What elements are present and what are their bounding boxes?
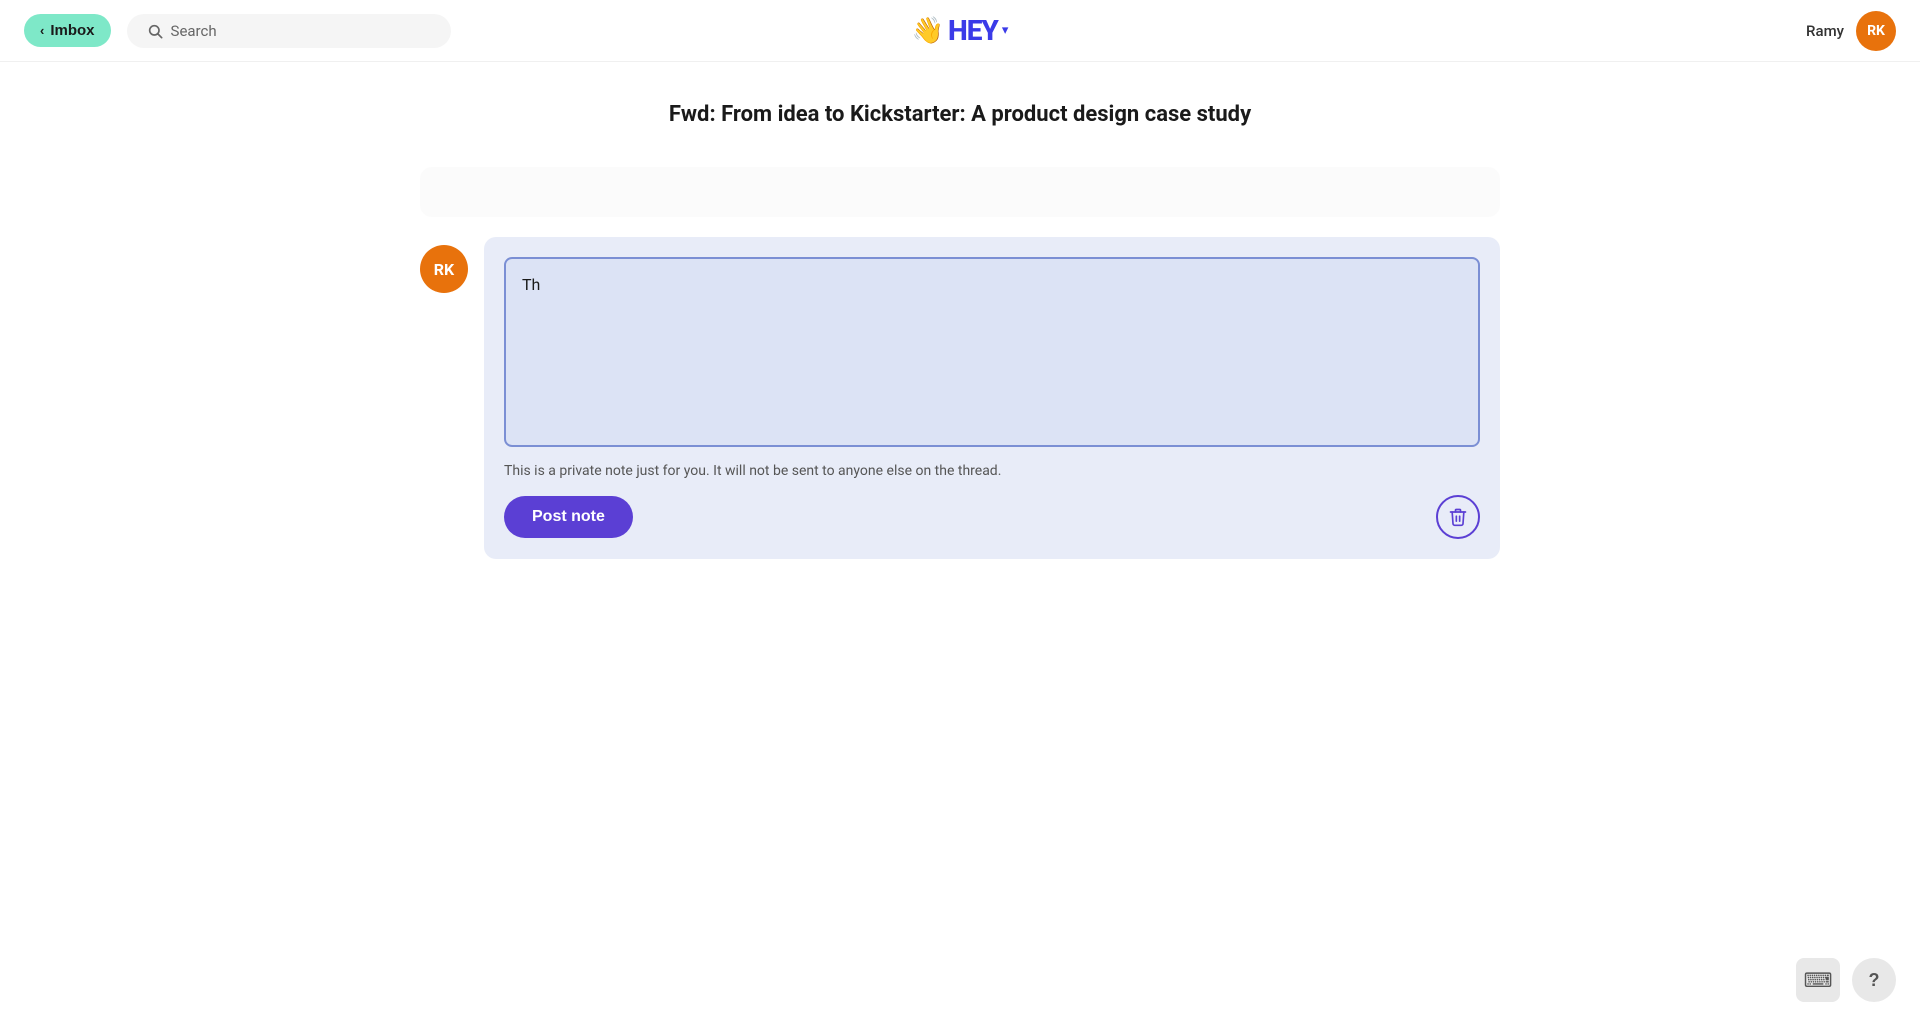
note-actions: Post note bbox=[504, 495, 1480, 539]
note-textarea[interactable]: Th bbox=[522, 275, 1462, 425]
header-left: ‹ Imbox Search bbox=[24, 14, 451, 48]
keyboard-shortcut-button[interactable]: ⌨ bbox=[1796, 958, 1840, 1002]
header: ‹ Imbox Search 👋 HEY ▾ Ramy RK bbox=[0, 0, 1920, 62]
prev-email-preview bbox=[420, 167, 1500, 217]
note-composer-initials: RK bbox=[434, 260, 454, 279]
thread-area: RK Th This is a private note just for yo… bbox=[360, 167, 1560, 559]
header-center: 👋 HEY ▾ bbox=[912, 14, 1009, 47]
note-box: Th This is a private note just for you. … bbox=[484, 237, 1500, 559]
imbox-button[interactable]: ‹ Imbox bbox=[24, 14, 111, 47]
delete-note-button[interactable] bbox=[1436, 495, 1480, 539]
private-note-disclaimer: This is a private note just for you. It … bbox=[504, 463, 1480, 479]
note-textarea-wrapper[interactable]: Th bbox=[504, 257, 1480, 447]
logo-dropdown-arrow-icon: ▾ bbox=[1002, 23, 1009, 38]
imbox-label: Imbox bbox=[50, 22, 94, 39]
search-placeholder-text: Search bbox=[171, 22, 217, 40]
hey-hand-icon: 👋 bbox=[912, 16, 944, 46]
hey-logo-text: HEY bbox=[948, 14, 998, 47]
help-icon: ? bbox=[1869, 970, 1880, 991]
email-subject-title: Fwd: From idea to Kickstarter: A product… bbox=[0, 102, 1920, 127]
search-icon bbox=[147, 23, 163, 39]
help-button[interactable]: ? bbox=[1852, 958, 1896, 1002]
hey-logo[interactable]: 👋 HEY ▾ bbox=[912, 14, 1009, 47]
back-chevron-icon: ‹ bbox=[40, 23, 44, 38]
header-right: Ramy RK bbox=[1806, 11, 1896, 51]
search-bar[interactable]: Search bbox=[127, 14, 451, 48]
post-note-button[interactable]: Post note bbox=[504, 496, 633, 538]
trash-icon bbox=[1448, 507, 1468, 527]
keyboard-icon: ⌨ bbox=[1804, 968, 1833, 993]
bottom-right-buttons: ⌨ ? bbox=[1796, 958, 1896, 1002]
user-name: Ramy bbox=[1806, 22, 1844, 40]
user-avatar[interactable]: RK bbox=[1856, 11, 1896, 51]
main-content: Fwd: From idea to Kickstarter: A product… bbox=[0, 62, 1920, 599]
note-composer-avatar: RK bbox=[420, 245, 468, 293]
user-avatar-initials: RK bbox=[1867, 23, 1885, 39]
note-composer: RK Th This is a private note just for yo… bbox=[420, 237, 1500, 559]
